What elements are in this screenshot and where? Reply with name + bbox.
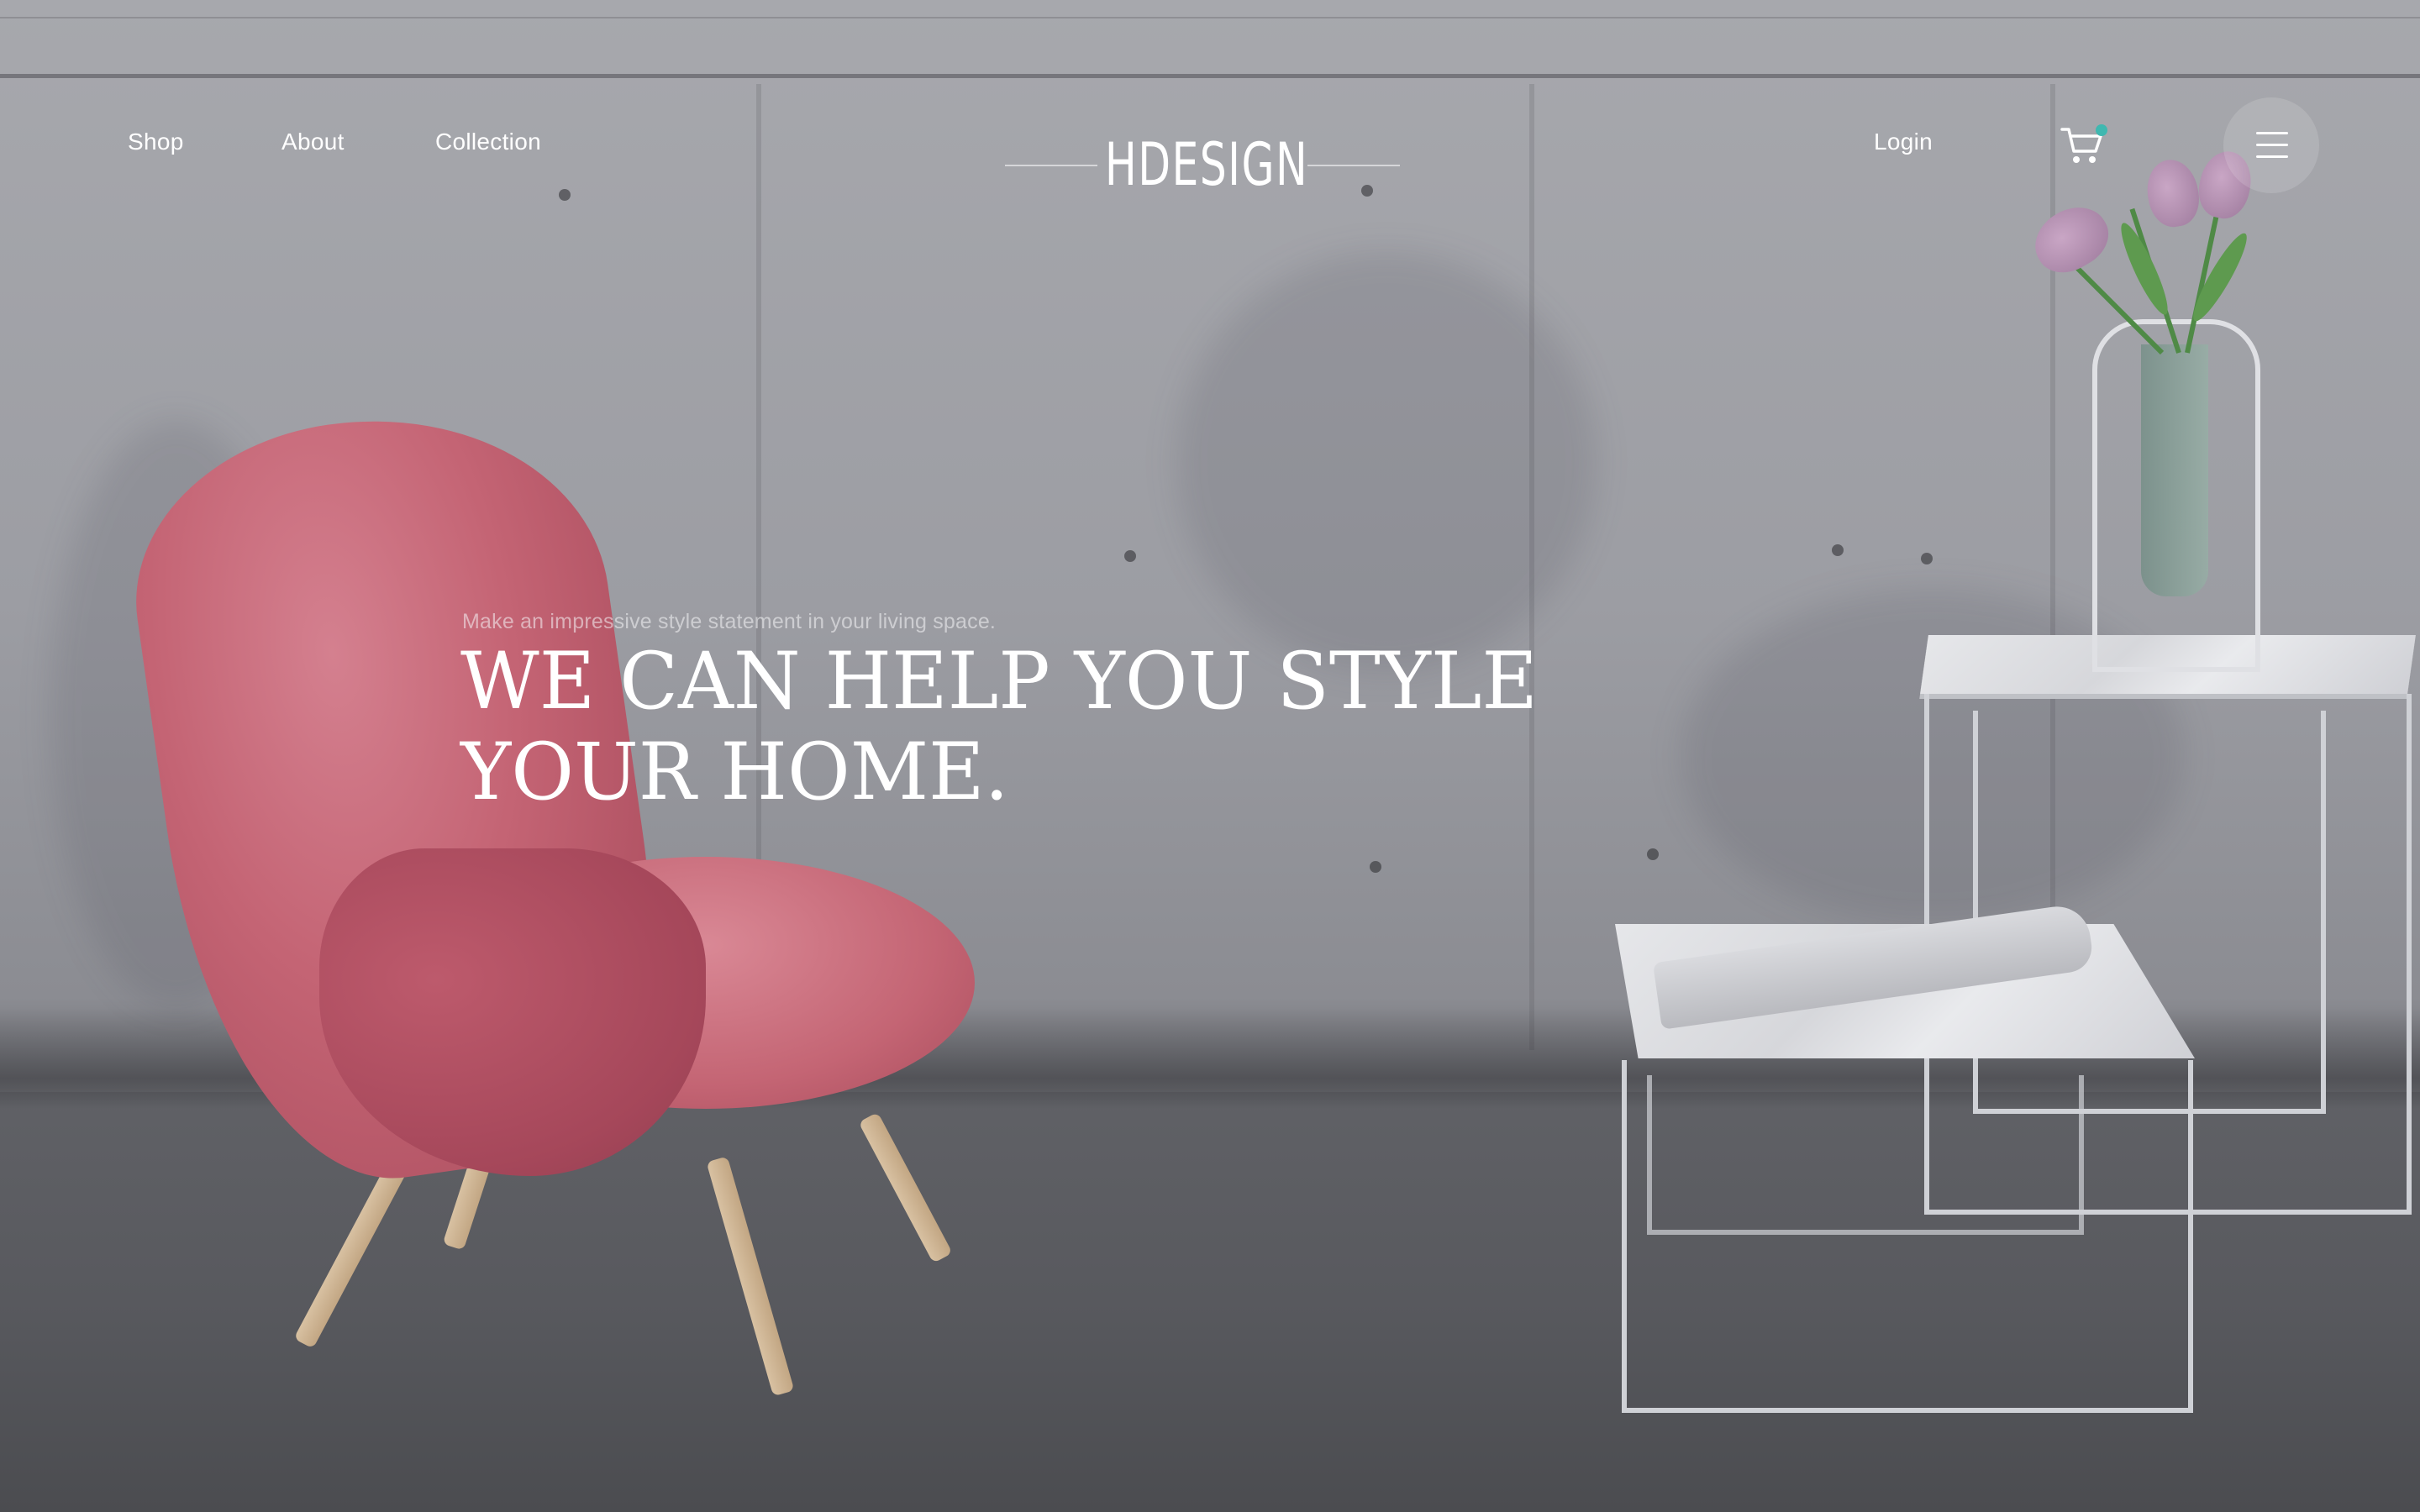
cart-button[interactable] <box>2060 124 2107 168</box>
wall-tie-hole <box>1370 861 1381 873</box>
tulip-flower <box>2023 195 2119 284</box>
hero-headline: We can help you style your home. <box>460 637 1602 818</box>
tulip-leaf <box>2186 228 2254 326</box>
vase-wire-cage <box>2092 319 2260 672</box>
tulip-leaf <box>2113 218 2175 319</box>
hero-tagline: Make an impressive style statement in yo… <box>462 610 997 633</box>
logo-divider-right <box>1307 165 1400 166</box>
short-table-frame-back <box>1647 1075 2084 1235</box>
wall-tie-hole <box>1647 848 1659 860</box>
hero-headline-line-2: your home. <box>460 727 1009 818</box>
hero-headline-line-1: We can help you style <box>460 636 1538 727</box>
nav-link-shop[interactable]: Shop <box>128 129 184 155</box>
top-navigation: Shop About Collection HDESIGN Login <box>0 0 2420 202</box>
login-link[interactable]: Login <box>1874 129 1933 155</box>
wall-tie-hole <box>1124 550 1136 562</box>
brand-logo[interactable]: HDESIGN <box>1005 126 1408 202</box>
wall-stain <box>1176 252 1597 672</box>
wall-tie-hole <box>1921 553 1933 564</box>
wall-tie-hole <box>1832 544 1844 556</box>
nav-link-collection[interactable]: Collection <box>435 129 541 155</box>
menu-button[interactable] <box>2223 97 2319 193</box>
nav-link-about[interactable]: About <box>281 129 345 155</box>
cart-badge <box>2096 124 2107 136</box>
